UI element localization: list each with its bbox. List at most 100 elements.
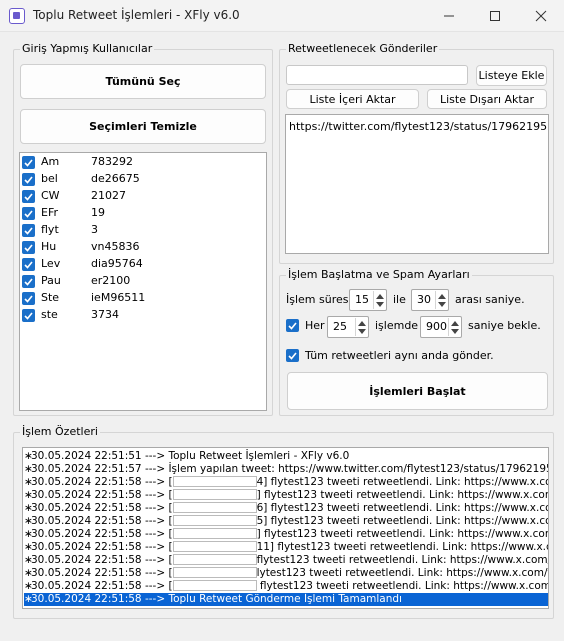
log-entry-suffix: 11] flytest123 tweeti retweetlendi. Link… [256,541,549,553]
import-list-button[interactable]: Liste İçeri Aktar [286,89,419,109]
username-suffix: er2100 [91,274,131,287]
min-seconds-stepper[interactable]: 15 [349,289,387,311]
every-count-stepper[interactable]: 25 [327,316,369,338]
every-count-value: 25 [333,320,347,333]
log-entry-suffix: flytest123 tweeti retweetlendi. Link: ht… [256,580,549,592]
log-entry-text: 30.05.2024 22:51:58 ---> Toplu Retweet G… [31,593,402,605]
check-icon [24,294,33,303]
start-operations-button[interactable]: İşlemleri Başlat [287,372,548,410]
max-seconds-value: 30 [417,293,431,306]
log-entry-prefix: 30.05.2024 22:51:58 ---> [ [31,580,173,592]
list-item[interactable]: Hu vn45836 [22,239,262,256]
user-checkbox[interactable] [22,258,35,271]
add-to-list-button[interactable]: Listeye Ekle [476,65,547,86]
user-checkbox[interactable] [22,156,35,169]
redacted-box [172,567,257,578]
clear-selection-button[interactable]: Seçimleri Temizle [20,109,266,144]
log-entry[interactable]: ∗30.05.2024 22:51:58 ---> [ flytest123 t… [24,580,548,593]
max-seconds-stepper[interactable]: 30 [411,289,449,311]
tweets-group-title: Retweetlenecek Gönderiler [286,42,440,56]
check-icon [24,277,33,286]
users-list[interactable]: Am 783292 bel de26675 CW 21027 EFr 19 flyt 3 Hu vn4… [19,152,267,411]
simultaneous-checkbox[interactable] [286,349,299,362]
app-icon [9,8,25,24]
stepper-arrows-icon[interactable] [355,318,367,336]
stepper-arrows-icon[interactable] [435,291,447,309]
every-checkbox[interactable] [286,319,299,332]
between-label: ile [393,293,406,306]
redacted-box [172,476,257,487]
log-entry[interactable]: ∗30.05.2024 22:51:58 ---> [5] flytest123… [24,515,548,528]
export-list-button[interactable]: Liste Dışarı Aktar [427,89,547,109]
bullet-icon: ∗ [24,489,33,501]
user-checkbox[interactable] [22,173,35,186]
redacted-box [172,515,257,526]
username-prefix: Lev [41,257,61,270]
log-entry[interactable]: ∗30.05.2024 22:51:51 ---> Toplu Retweet … [24,450,548,463]
list-item[interactable]: bel de26675 [22,171,262,188]
tweet-url-input[interactable] [286,65,468,85]
log-entry[interactable]: ∗30.05.2024 22:51:58 ---> [lytest123 twe… [24,567,548,580]
tweet-list-textarea[interactable]: https://twitter.com/flytest123/status/17… [285,114,549,254]
log-entry[interactable]: ∗30.05.2024 22:51:58 ---> [4] flytest123… [24,476,548,489]
username-suffix: 3734 [91,308,119,321]
simultaneous-label: Tüm retweetleri aynı anda gönder. [305,349,494,362]
list-item[interactable]: CW 21027 [22,188,262,205]
log-entry[interactable]: ∗30.05.2024 22:51:58 ---> [] flytest123 … [24,528,548,541]
list-item[interactable]: ste 3734 [22,307,262,324]
check-icon [24,158,33,167]
user-checkbox[interactable] [22,309,35,322]
log-entry-prefix: 30.05.2024 22:51:58 ---> [ [31,567,173,579]
every-suffix-label: işlemde [375,319,419,332]
check-icon [24,311,33,320]
username-suffix: 3 [91,223,98,236]
log-entry-prefix: 30.05.2024 22:51:58 ---> [ [31,489,173,501]
wait-seconds-value: 900 [426,320,447,333]
username-suffix: 19 [91,206,105,219]
username-suffix: dia95764 [91,257,143,270]
list-item[interactable]: flyt 3 [22,222,262,239]
user-checkbox[interactable] [22,241,35,254]
log-entry[interactable]: ∗30.05.2024 22:51:58 ---> Toplu Retweet … [24,593,548,606]
username-suffix: 783292 [91,155,133,168]
log-entry-suffix: 5] flytest123 tweeti retweetlendi. Link:… [256,515,549,527]
list-item[interactable]: Ste ieM96511 [22,290,262,307]
log-entry-suffix: flytest123 tweeti retweetlendi. Link: ht… [256,554,549,566]
stepper-arrows-icon[interactable] [448,318,460,336]
username-suffix: 21027 [91,189,126,202]
close-button[interactable] [518,0,564,32]
bullet-icon: ∗ [24,515,33,527]
username-suffix: ieM96511 [91,291,146,304]
select-all-button[interactable]: Tümünü Seç [20,64,266,99]
user-checkbox[interactable] [22,292,35,305]
log-entry[interactable]: ∗30.05.2024 22:51:58 ---> [flytest123 tw… [24,554,548,567]
log-entry[interactable]: ∗30.05.2024 22:51:58 ---> [11] flytest12… [24,541,548,554]
log-entry[interactable]: ∗30.05.2024 22:51:57 ---> İşlem yapılan … [24,463,548,476]
check-icon [24,243,33,252]
list-item[interactable]: Am 783292 [22,154,262,171]
log-entry-suffix: lytest123 tweeti retweetlendi. Link: htt… [256,567,549,579]
username-prefix: flyt [41,223,59,236]
user-checkbox[interactable] [22,275,35,288]
check-icon [24,226,33,235]
user-checkbox[interactable] [22,207,35,220]
wait-seconds-stepper[interactable]: 900 [420,316,462,338]
list-item[interactable]: Pau er2100 [22,273,262,290]
stepper-arrows-icon[interactable] [373,291,385,309]
log-entry[interactable]: ∗30.05.2024 22:51:58 ---> [6] flytest123… [24,502,548,515]
log-entry[interactable]: ∗30.05.2024 22:51:58 ---> [] flytest123 … [24,489,548,502]
redacted-box [172,502,257,513]
log-list[interactable]: ∗30.05.2024 22:51:51 ---> Toplu Retweet … [22,447,549,609]
username-suffix: vn45836 [91,240,140,253]
list-item[interactable]: EFr 19 [22,205,262,222]
redacted-box [172,554,257,565]
user-checkbox[interactable] [22,224,35,237]
user-checkbox[interactable] [22,190,35,203]
log-entry-prefix: 30.05.2024 22:51:58 ---> [ [31,476,173,488]
maximize-button[interactable] [472,0,518,32]
minimize-button[interactable] [426,0,472,32]
every-label: Her [305,319,325,332]
bullet-icon: ∗ [24,580,33,592]
username-prefix: Am [41,155,60,168]
list-item[interactable]: Lev dia95764 [22,256,262,273]
